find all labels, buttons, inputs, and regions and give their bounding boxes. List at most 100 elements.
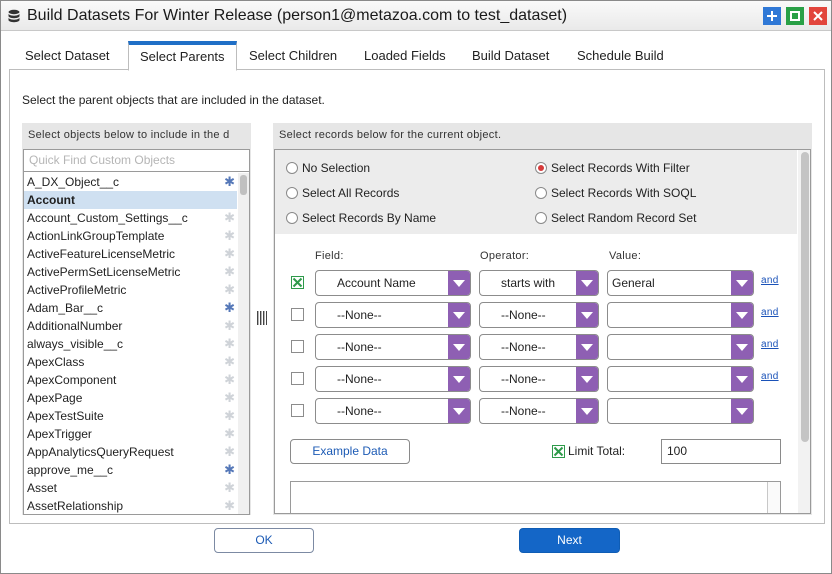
value-select[interactable] [607,334,754,360]
tab-select-children[interactable]: Select Children [238,41,348,70]
records-panel: Select records below for the current obj… [273,123,812,515]
tab-build-dataset[interactable]: Build Dataset [461,41,560,70]
chevron-down-icon [576,335,598,359]
list-item[interactable]: ApexTestSuite ✱ [24,407,237,425]
tab-loaded-fields[interactable]: Loaded Fields [353,41,457,70]
filter-row: --None-- --None-- and [275,302,797,328]
panel-splitter-icon[interactable] [257,310,267,326]
operator-select[interactable]: --None-- [479,302,599,328]
operator-select[interactable]: --None-- [479,334,599,360]
chevron-down-icon [448,271,470,295]
value-select[interactable] [607,398,754,424]
asterisk-icon: ✱ [224,426,235,441]
operator-select[interactable]: starts with [479,270,599,296]
asterisk-icon: ✱ [224,300,235,315]
field-select[interactable]: --None-- [315,366,471,392]
chevron-down-icon [576,367,598,391]
selection-mode-group: No Selection Select Records With Filter … [275,150,797,234]
list-item[interactable]: AssetRelationship ✱ [24,497,237,514]
list-item[interactable]: ApexPage ✱ [24,389,237,407]
field-select[interactable]: --None-- [315,398,471,424]
chevron-down-icon [448,335,470,359]
value-select[interactable] [607,366,754,392]
tab-select-parents[interactable]: Select Parents [128,41,237,71]
list-item[interactable]: AdditionalNumber ✱ [24,317,237,335]
and-link[interactable]: and [761,371,779,382]
limit-total-checkbox[interactable] [552,445,565,458]
value-column-header: Value: [609,250,642,262]
objects-panel-header: Select objects below to include in the d [28,129,230,141]
instruction-text: Select the parent objects that are inclu… [22,93,325,107]
list-item[interactable]: A_DX_Object__c ✱ [24,173,237,191]
value-select[interactable]: General [607,270,754,296]
asterisk-icon: ✱ [224,246,235,261]
asterisk-icon: ✱ [224,480,235,495]
list-item[interactable]: Account_Custom_Settings__c ✱ [24,209,237,227]
quick-find-input[interactable]: Quick Find Custom Objects [24,150,249,172]
and-link[interactable]: and [761,307,779,318]
maximize-icon[interactable] [763,7,781,25]
asterisk-icon: ✱ [224,228,235,243]
list-item[interactable]: ActivePermSetLicenseMetric ✱ [24,263,237,281]
field-select[interactable]: --None-- [315,334,471,360]
limit-total-input[interactable]: 100 [661,439,781,464]
list-item[interactable]: AppAnalyticsQueryRequest ✱ [24,443,237,461]
list-item[interactable]: approve_me__c ✱ [24,461,237,479]
database-icon [7,9,21,23]
and-link[interactable]: and [761,275,779,286]
asterisk-icon: ✱ [224,372,235,387]
records-scrollbar[interactable] [798,150,810,513]
operator-select[interactable]: --None-- [479,398,599,424]
example-data-button[interactable]: Example Data [290,439,410,464]
ok-button[interactable]: OK [214,528,314,553]
textarea-scrollbar[interactable] [767,482,780,513]
list-item[interactable]: ApexTrigger ✱ [24,425,237,443]
objects-scrollbar[interactable] [238,173,249,514]
scrollbar-thumb[interactable] [240,175,247,195]
asterisk-icon: ✱ [224,462,235,477]
field-select[interactable]: Account Name [315,270,471,296]
list-item[interactable]: ActionLinkGroupTemplate ✱ [24,227,237,245]
filter-row-checkbox[interactable] [291,340,304,353]
chevron-down-icon [731,335,753,359]
asterisk-icon: ✱ [224,390,235,405]
list-item[interactable]: Adam_Bar__c ✱ [24,299,237,317]
filter-row: --None-- --None-- and [275,334,797,360]
chevron-down-icon [448,303,470,327]
soql-textarea[interactable] [290,481,781,513]
objects-panel: Select objects below to include in the d… [22,123,251,515]
tab-schedule-build[interactable]: Schedule Build [566,41,675,70]
filter-row-checkbox[interactable] [291,372,304,385]
close-icon[interactable] [809,7,827,25]
dialog-window: Build Datasets For Winter Release (perso… [0,0,832,574]
operator-column-header: Operator: [480,250,530,262]
operator-select[interactable]: --None-- [479,366,599,392]
filter-row: --None-- --None-- [275,398,797,424]
objects-list: A_DX_Object__c ✱ Account Account_Custom_S… [24,173,237,514]
tab-select-dataset[interactable]: Select Dataset [14,41,121,70]
title-bar[interactable]: Build Datasets For Winter Release (perso… [1,1,831,31]
next-button[interactable]: Next [519,528,620,553]
list-item[interactable]: ApexComponent ✱ [24,371,237,389]
and-link[interactable]: and [761,339,779,350]
scrollbar-thumb[interactable] [801,152,809,442]
records-panel-header: Select records below for the current obj… [279,129,502,141]
list-item[interactable]: Account [24,191,237,209]
filter-row-checkbox[interactable] [291,308,304,321]
list-item[interactable]: always_visible__c ✱ [24,335,237,353]
asterisk-icon: ✱ [224,336,235,351]
objects-listbox: Quick Find Custom Objects A_DX_Object__c… [23,149,250,515]
filter-row-checkbox[interactable] [291,276,304,289]
restore-icon[interactable] [786,7,804,25]
value-select[interactable] [607,302,754,328]
filter-row-checkbox[interactable] [291,404,304,417]
chevron-down-icon [731,399,753,423]
asterisk-icon: ✱ [224,498,235,513]
field-select[interactable]: --None-- [315,302,471,328]
list-item[interactable]: Asset ✱ [24,479,237,497]
list-item[interactable]: ActiveProfileMetric ✱ [24,281,237,299]
list-item[interactable]: ApexClass ✱ [24,353,237,371]
asterisk-icon: ✱ [224,264,235,279]
list-item[interactable]: ActiveFeatureLicenseMetric ✱ [24,245,237,263]
chevron-down-icon [576,399,598,423]
